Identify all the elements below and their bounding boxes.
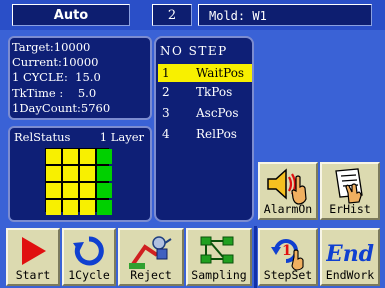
grid-cell — [97, 166, 112, 181]
step-number: 1 — [162, 66, 170, 80]
step-number: 3 — [162, 106, 170, 120]
layer-indicator: 1 Layer — [99, 130, 144, 144]
end-work-label: EndWork — [325, 268, 375, 282]
step-name: TkPos — [196, 85, 233, 99]
step-set-icon: 1 — [271, 239, 304, 271]
play-icon — [22, 237, 46, 265]
alarm-on-button[interactable]: AlarmOn — [258, 162, 318, 220]
sampling-label: Sampling — [191, 268, 247, 282]
step-number: 2 — [162, 85, 170, 99]
mold-indicator: Mold: W1 — [198, 4, 372, 26]
step-set-number: 1 — [282, 243, 292, 259]
alarm-on-label: AlarmOn — [263, 202, 313, 216]
step-name: RelPos — [196, 127, 237, 141]
grid-cell — [46, 200, 61, 215]
current-counter: Current:10000 — [12, 55, 99, 69]
error-history-button[interactable]: ErHist — [320, 162, 380, 220]
step-list-header: NO STEP — [160, 44, 228, 58]
reject-robot-icon — [129, 236, 172, 269]
step-name: AscPos — [196, 106, 239, 120]
cycle-arrow-icon — [73, 236, 104, 266]
grid-cell — [63, 200, 78, 215]
reject-button[interactable]: Reject — [118, 228, 184, 286]
grid-cell — [63, 183, 78, 198]
sampling-button[interactable]: Sampling — [186, 228, 252, 286]
reject-label: Reject — [130, 268, 172, 282]
speaker-hand-icon — [267, 168, 307, 205]
grid-cell — [80, 166, 95, 181]
cycle-number: 2 — [152, 4, 192, 26]
release-status-title: RelStatus — [14, 130, 71, 144]
grid-cell — [97, 149, 112, 164]
one-cycle-button[interactable]: 1Cycle — [62, 228, 116, 286]
counters-panel: Target:10000 Current:10000 1 CYCLE: 15.0… — [8, 36, 152, 120]
grid-cell — [80, 183, 95, 198]
separator — [254, 226, 257, 288]
grid-cell — [80, 200, 95, 215]
take-time: TkTime : 5.0 — [12, 86, 97, 100]
step-set-button[interactable]: 1 StepSet — [258, 228, 318, 286]
step-list-panel: NO STEP 1 WaitPos 2 TkPos 3 AscPos 4 Rel… — [154, 36, 254, 222]
grid-cell — [63, 166, 78, 181]
cycle-time: 1 CYCLE: 15.0 — [12, 70, 101, 84]
grid-cell — [97, 183, 112, 198]
day-count: 1DayCount:5760 — [12, 101, 111, 115]
step-row[interactable]: 3 AscPos — [158, 104, 252, 122]
step-row[interactable]: 4 RelPos — [158, 125, 252, 143]
grid-cell — [80, 149, 95, 164]
grid-cell — [46, 149, 61, 164]
grid-cell — [46, 166, 61, 181]
end-work-button[interactable]: End EndWork — [320, 228, 380, 286]
grid-cell — [97, 200, 112, 215]
start-label: Start — [15, 268, 51, 282]
target-counter: Target:10000 — [12, 40, 91, 54]
sampling-network-icon — [200, 236, 234, 264]
document-hand-icon — [335, 168, 363, 204]
grid-cell — [46, 183, 61, 198]
end-icon: End — [326, 241, 374, 267]
step-number: 4 — [162, 127, 170, 141]
error-history-label: ErHist — [329, 202, 371, 216]
mode-indicator: Auto — [12, 4, 130, 26]
release-grid — [45, 148, 112, 215]
release-status-panel: RelStatus 1 Layer — [8, 126, 152, 222]
end-icon-text: End — [326, 241, 374, 267]
top-bar: Auto 2 Mold: W1 — [0, 0, 385, 30]
step-set-label: StepSet — [263, 268, 313, 282]
step-row[interactable]: 2 TkPos — [158, 83, 252, 101]
grid-cell — [63, 149, 78, 164]
one-cycle-label: 1Cycle — [68, 268, 110, 282]
start-button[interactable]: Start — [6, 228, 60, 286]
step-row[interactable]: 1 WaitPos — [158, 64, 252, 82]
step-name: WaitPos — [196, 66, 245, 80]
